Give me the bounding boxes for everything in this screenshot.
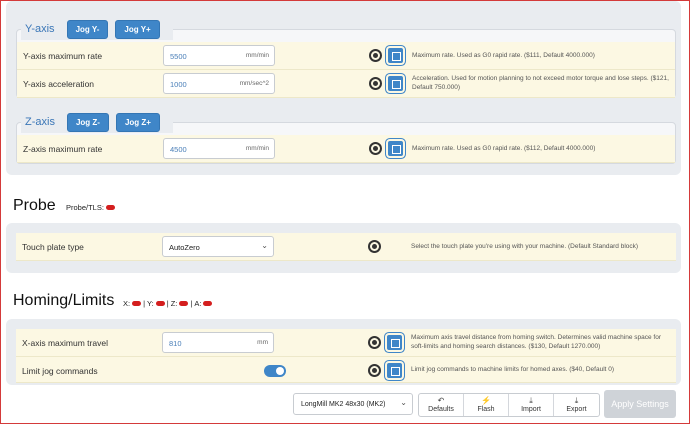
- z-max-rate-row: Z-axis maximum rate 4500 mm/min Maximum …: [17, 135, 675, 163]
- z-max-rate-input[interactable]: 4500 mm/min: [163, 138, 275, 159]
- jog-z-minus-button[interactable]: Jog Z-: [66, 112, 109, 132]
- reset-icon[interactable]: [369, 49, 382, 62]
- input-value: 810: [169, 339, 182, 348]
- probe-panel: Touch plate type AutoZero ⌄ Select the t…: [6, 223, 681, 273]
- y-axis-group: Y-axis Jog Y- Jog Y+ Y-axis maximum rate…: [16, 18, 676, 98]
- limit-switch-status: X: | Y: | Z: | A:: [123, 299, 213, 308]
- x-limit-indicator: [132, 301, 142, 306]
- chevron-down-icon: ⌄: [261, 241, 268, 250]
- chip-icon: [388, 48, 403, 63]
- undo-icon: ↶: [437, 396, 445, 405]
- download-icon: ⤓: [529, 396, 533, 405]
- z-axis-title: Z-axis: [25, 116, 55, 128]
- button-label: Defaults: [428, 406, 454, 413]
- import-button[interactable]: ⤓ Import: [509, 394, 554, 416]
- probe-status: Probe/TLS:: [66, 203, 115, 212]
- limit-jog-toggle[interactable]: [264, 365, 286, 377]
- chip-icon: [388, 76, 403, 91]
- z-axis-group: Z-axis Jog Z- Jog Z+ Z-axis maximum rate…: [16, 111, 676, 164]
- bolt-icon: ⚡: [481, 396, 491, 405]
- reset-icon[interactable]: [369, 142, 382, 155]
- reset-icon[interactable]: [369, 77, 382, 90]
- status-separator: |: [190, 299, 193, 308]
- chevron-down-icon: ⌄: [400, 398, 407, 407]
- probe-status-indicator: [105, 205, 115, 210]
- setting-description: Maximum axis travel distance from homing…: [411, 334, 661, 350]
- setting-label: Limit jog commands: [22, 366, 98, 376]
- setting-description: Maximum rate. Used as G0 rapid rate. ($1…: [412, 52, 595, 59]
- y-axis-title: Y-axis: [25, 23, 55, 35]
- y-max-rate-input[interactable]: 5500 mm/min: [163, 45, 275, 66]
- export-button[interactable]: ⤓ Export: [554, 394, 599, 416]
- limit-jog-row: Limit jog commands Limit jog commands to…: [16, 357, 676, 383]
- button-label: Flash: [477, 406, 495, 413]
- chip-icon: [387, 335, 402, 350]
- y-max-rate-row: Y-axis maximum rate 5500 mm/min Maximum …: [17, 42, 675, 70]
- chip-icon: [387, 363, 402, 378]
- setting-description: Select the touch plate you're using with…: [411, 243, 639, 250]
- y-limit-label: Y:: [147, 299, 154, 308]
- button-label: Import: [521, 406, 541, 413]
- reset-icon[interactable]: [368, 336, 381, 349]
- z-axis-header: Z-axis Jog Z- Jog Z+: [21, 111, 173, 133]
- setting-label: Z-axis maximum rate: [23, 144, 103, 154]
- unit-label: mm/min: [245, 52, 269, 59]
- jog-z-plus-button[interactable]: Jog Z+: [115, 112, 160, 132]
- defaults-button[interactable]: ↶ Defaults: [419, 394, 464, 416]
- unit-label: mm/sec^2: [239, 80, 269, 87]
- apply-settings-button[interactable]: Apply Settings: [604, 390, 676, 418]
- unit-label: mm/min: [245, 145, 269, 152]
- y-acceleration-input[interactable]: 1000 mm/sec^2: [163, 73, 275, 94]
- touch-plate-select[interactable]: AutoZero ⌄: [162, 236, 274, 257]
- input-value: 1000: [170, 80, 187, 89]
- status-separator: |: [166, 299, 169, 308]
- setting-label: Y-axis maximum rate: [23, 51, 103, 61]
- setting-label: X-axis maximum travel: [22, 338, 108, 348]
- probe-title: Probe: [13, 197, 56, 214]
- setting-description: Acceleration. Used for motion planning t…: [412, 75, 669, 91]
- settings-footer: LongMill MK2 48x30 (MK2) ⌄ ↶ Defaults ⚡ …: [286, 386, 686, 422]
- probe-status-label: Probe/TLS:: [66, 203, 104, 212]
- setting-description: Limit jog commands to machine limits for…: [411, 366, 615, 373]
- y-axis-header: Y-axis Jog Y- Jog Y+: [21, 18, 173, 40]
- setting-label: Touch plate type: [22, 242, 84, 252]
- x-max-travel-row: X-axis maximum travel 810 mm Maximum axi…: [16, 329, 676, 357]
- jog-y-plus-button[interactable]: Jog Y+: [115, 19, 160, 39]
- touch-plate-row: Touch plate type AutoZero ⌄ Select the t…: [16, 233, 676, 261]
- input-value: 5500: [170, 52, 187, 61]
- z-limit-label: Z:: [170, 299, 178, 308]
- y-acceleration-row: Y-axis acceleration 1000 mm/sec^2 Accele…: [17, 70, 675, 98]
- download-icon: ⤓: [574, 396, 579, 405]
- a-limit-indicator: [203, 301, 213, 306]
- reset-icon[interactable]: [368, 240, 381, 253]
- settings-actions: ↶ Defaults ⚡ Flash ⤓ Import ⤓ Export: [418, 393, 600, 417]
- flash-button[interactable]: ⚡ Flash: [464, 394, 509, 416]
- chip-icon: [388, 141, 403, 156]
- x-max-travel-input[interactable]: 810 mm: [162, 332, 274, 353]
- reset-icon[interactable]: [368, 364, 381, 377]
- a-limit-label: A:: [194, 299, 202, 308]
- homing-limits-title: Homing/Limits: [13, 292, 115, 309]
- select-value: AutoZero: [169, 243, 200, 252]
- axis-settings-panel: Y-axis Jog Y- Jog Y+ Y-axis maximum rate…: [6, 1, 681, 175]
- machine-profile-select[interactable]: LongMill MK2 48x30 (MK2) ⌄: [293, 393, 413, 415]
- status-separator: |: [143, 299, 146, 308]
- jog-y-minus-button[interactable]: Jog Y-: [66, 19, 109, 39]
- z-limit-indicator: [179, 301, 189, 306]
- setting-label: Y-axis acceleration: [23, 79, 95, 89]
- setting-description: Maximum rate. Used as G0 rapid rate. ($1…: [412, 145, 596, 152]
- input-value: 4500: [170, 145, 187, 154]
- x-limit-label: X:: [123, 299, 131, 308]
- select-value: LongMill MK2 48x30 (MK2): [301, 401, 386, 408]
- unit-label: mm: [257, 339, 268, 346]
- button-label: Export: [566, 406, 587, 413]
- y-limit-indicator: [155, 301, 165, 306]
- homing-panel: X-axis maximum travel 810 mm Maximum axi…: [6, 319, 681, 385]
